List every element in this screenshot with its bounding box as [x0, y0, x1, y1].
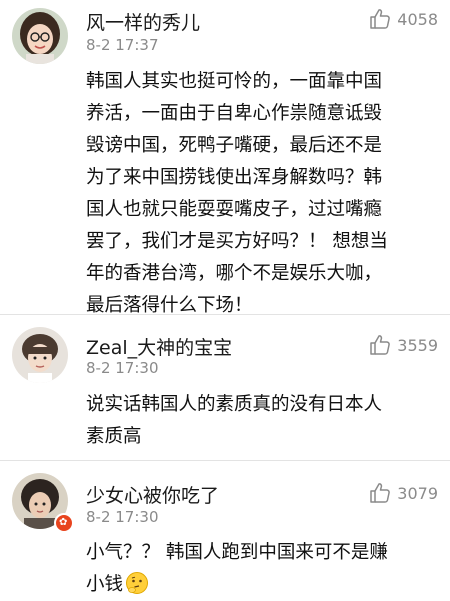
like-count: 3079: [397, 483, 438, 503]
like-count: 3559: [397, 335, 438, 355]
username[interactable]: 风一样的秀儿: [86, 8, 200, 35]
comment-line: 为了来中国捞钱使出浑身解数吗？韩: [86, 167, 383, 188]
like-count: 4058: [397, 9, 438, 29]
username[interactable]: 少女心被你吃了: [86, 481, 219, 508]
comment-line: 年的香港台湾，哪个不是娱乐大咖，: [86, 263, 383, 284]
like-button[interactable]: 3559: [369, 333, 438, 357]
comment-line: 小钱: [86, 569, 436, 601]
comment-text: 说实话韩国人的素质真的没有日本人 素质高: [86, 389, 436, 453]
comment-time: 8-2 17:30: [86, 359, 159, 377]
comment-time: 8-2 17:30: [86, 508, 159, 526]
comment-item: Zeal_大神的宝宝 8-2 17:30 3559 说实话韩国人的素质真的没有日…: [0, 315, 450, 459]
comment-line-text: 小钱: [86, 574, 124, 595]
comment-time: 8-2 17:37: [86, 36, 159, 54]
username[interactable]: Zeal_大神的宝宝: [86, 333, 232, 360]
verified-badge-icon: ✿: [54, 513, 74, 533]
comment-text: 小气？？ 韩国人跑到中国来可不是赚 小钱: [86, 537, 436, 601]
comment-item: 风一样的秀儿 8-2 17:37 4058 韩国人其实也挺可怜的，一面靠中国 养…: [0, 0, 450, 322]
comment-line: 说实话韩国人的素质真的没有日本人: [86, 394, 383, 415]
avatar-girl-glasses-icon: [12, 8, 68, 64]
comment-line: 罢了，我们才是买方好吗？！ 想想当: [86, 231, 388, 252]
thumbs-up-icon: [370, 483, 391, 503]
thumbs-up-icon: [370, 9, 391, 29]
user-avatar[interactable]: [12, 8, 68, 64]
thumbs-up-icon: [370, 335, 391, 355]
comment-line: 韩国人其实也挺可怜的，一面靠中国: [86, 71, 383, 92]
comment-line: 养活，一面由于自卑心作祟随意诋毁: [86, 103, 383, 124]
comment-line: 毁谤中国，死鸭子嘴硬，最后还不是: [86, 135, 383, 156]
like-button[interactable]: 3079: [369, 481, 438, 505]
comment-line: 素质高: [86, 426, 142, 447]
comment-text: 韩国人其实也挺可怜的，一面靠中国 养活，一面由于自卑心作祟随意诋毁 毁谤中国，死…: [86, 66, 436, 322]
comment-item: ✿ 少女心被你吃了 8-2 17:30 3079 小气？？ 韩国人跑到中国来可不…: [0, 461, 450, 598]
like-button[interactable]: 4058: [369, 7, 438, 31]
comment-line: 小气？？ 韩国人跑到中国来可不是赚: [86, 542, 388, 563]
avatar-boy-icon: [12, 327, 68, 383]
user-avatar[interactable]: [12, 327, 68, 383]
thinking-emoji-icon: [126, 572, 149, 594]
comment-line: 国人也就只能耍耍嘴皮子，过过嘴瘾: [86, 199, 383, 220]
